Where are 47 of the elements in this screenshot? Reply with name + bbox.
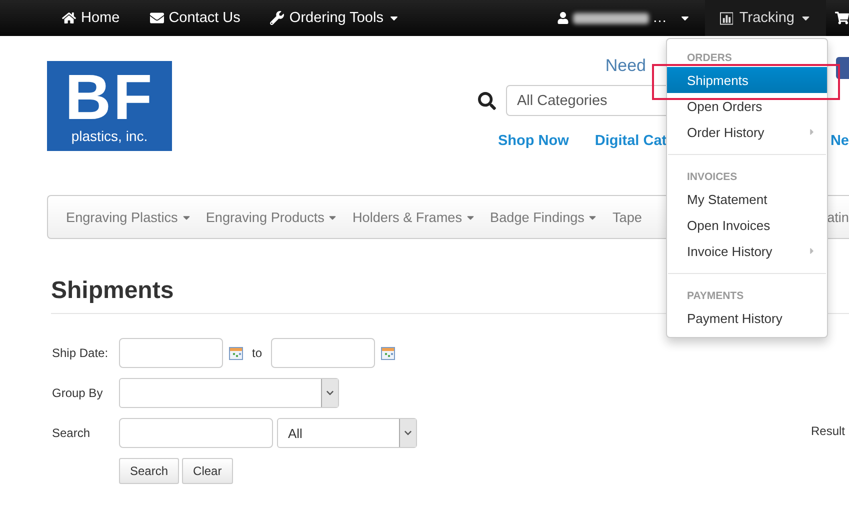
- tracking-menu-button[interactable]: Tracking: [705, 0, 826, 36]
- chevron-icon: [404, 429, 412, 437]
- menu-item[interactable]: Open Invoices: [667, 212, 827, 238]
- form-button[interactable]: Clear: [182, 458, 233, 484]
- user-menu[interactable]: …: [556, 0, 691, 36]
- scope-select[interactable]: All: [277, 418, 417, 448]
- home-icon: [62, 11, 76, 25]
- header-link[interactable]: Shop Now: [498, 133, 569, 149]
- header-link[interactable]: Digital Cat: [594, 133, 667, 149]
- end-date-field[interactable]: [271, 338, 376, 368]
- range-label: to: [252, 346, 262, 360]
- search-icon[interactable]: [478, 92, 496, 110]
- header-link[interactable]: Ne: [830, 133, 849, 149]
- user-icon: [556, 12, 568, 24]
- nav-link[interactable]: Contact Us: [134, 0, 256, 36]
- start-date-field[interactable]: [119, 338, 223, 368]
- menu-heading: PAYMENTS: [686, 289, 745, 304]
- envelope-icon: [150, 11, 164, 25]
- field-label: Search: [52, 426, 92, 440]
- search-field[interactable]: [119, 418, 273, 448]
- category-link[interactable]: Engraving Products: [206, 210, 338, 224]
- notice-text: Need: [605, 56, 646, 76]
- nav-link[interactable]: Ordering Tools: [255, 0, 416, 36]
- chevron-icon: [326, 389, 334, 397]
- wrench-icon: [270, 11, 284, 25]
- company-logo[interactable]: BF plastics, inc.: [47, 61, 172, 151]
- menu-heading: INVOICES: [686, 170, 738, 185]
- category-link[interactable]: Badge Findings: [490, 210, 598, 224]
- category-link[interactable]: Tape: [612, 210, 642, 224]
- nav-link[interactable]: Home: [47, 0, 135, 36]
- field-label: Group By: [52, 386, 104, 400]
- menu-item[interactable]: My Statement: [667, 186, 827, 212]
- results-label: Result: [811, 424, 846, 438]
- category-link[interactable]: Engraving Plastics: [66, 210, 192, 224]
- cart-icon[interactable]: [835, 11, 849, 25]
- field-label: Ship Date:: [52, 346, 110, 360]
- menu-item[interactable]: Shipments: [667, 67, 827, 93]
- form-button[interactable]: Search: [119, 458, 180, 484]
- calendar-icon[interactable]: [229, 346, 243, 360]
- category-link[interactable]: atin: [827, 210, 849, 224]
- menu-heading: ORDERS: [686, 51, 733, 66]
- calendar-icon[interactable]: [381, 346, 396, 360]
- bar-chart-icon: [720, 12, 734, 24]
- menu-item[interactable]: Order History: [667, 119, 827, 145]
- category-link[interactable]: Holders & Frames: [352, 210, 476, 224]
- group-by-select[interactable]: [119, 378, 339, 408]
- menu-item[interactable]: Invoice History: [667, 238, 827, 264]
